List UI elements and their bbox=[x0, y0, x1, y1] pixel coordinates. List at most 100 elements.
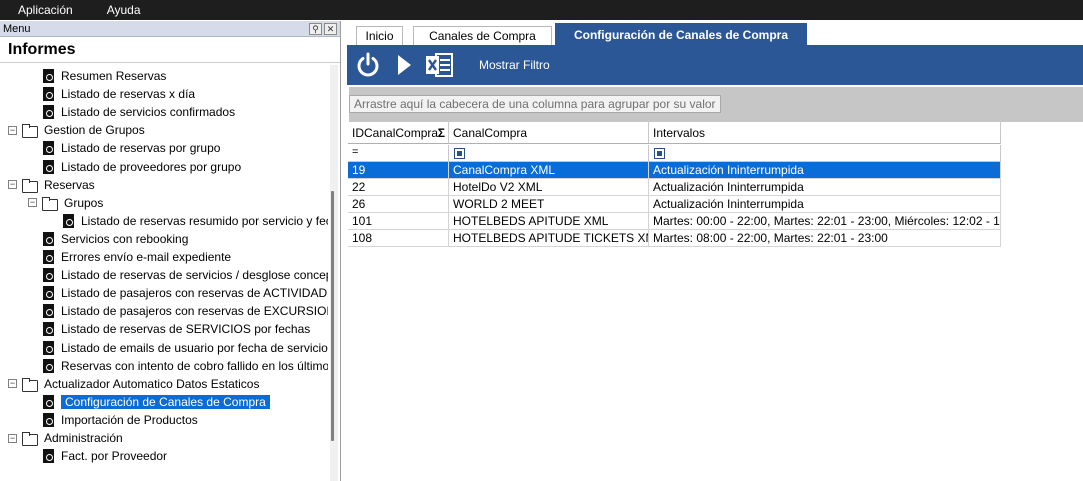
tree-item-label: Listado de pasajeros con reservas de ACT… bbox=[61, 286, 328, 301]
cell-intervalos[interactable]: Actualización Ininterrumpida bbox=[649, 179, 1001, 196]
pin-icon[interactable]: ⚲ bbox=[309, 22, 322, 35]
cell-intervalos[interactable]: Actualización Ininterrumpida bbox=[649, 162, 1001, 179]
filter-checkbox-icon[interactable] bbox=[654, 148, 665, 159]
tab-configuracion-canales[interactable]: Configuración de Canales de Compra bbox=[555, 23, 807, 45]
tab-canales-de-compra[interactable]: Canales de Compra bbox=[413, 26, 552, 45]
cell-intervalos[interactable]: Martes: 00:00 - 22:00, Martes: 22:01 - 2… bbox=[649, 213, 1001, 230]
collapse-icon[interactable]: − bbox=[28, 198, 37, 208]
report-icon bbox=[42, 358, 55, 373]
folder-icon bbox=[22, 178, 38, 193]
cell-id[interactable]: 101 bbox=[348, 213, 449, 230]
tree-report-item[interactable]: Listado de reservas resumido por servici… bbox=[62, 212, 328, 230]
sigma-icon[interactable]: Σ bbox=[438, 122, 445, 144]
tree-report-item[interactable]: Listado de reservas de SERVICIOS por fec… bbox=[42, 320, 310, 338]
excel-icon bbox=[426, 53, 453, 77]
tree-item-label: Actualizador Automatico Datos Estaticos bbox=[44, 376, 260, 391]
tree-report-item[interactable]: Listado de reservas de servicios / desgl… bbox=[42, 266, 328, 284]
table-row[interactable]: 26 WORLD 2 MEET Actualización Ininterrumpi… bbox=[348, 196, 1001, 213]
column-header-id[interactable]: IDCanalCompra Σ bbox=[348, 122, 449, 144]
cell-canal[interactable]: WORLD 2 MEET bbox=[449, 196, 649, 213]
filter-cell-id[interactable]: = bbox=[348, 145, 449, 162]
folder-icon bbox=[22, 124, 38, 139]
tree-report-item[interactable]: Reservas con intento de cobro fallido en… bbox=[42, 357, 328, 375]
collapse-icon[interactable]: − bbox=[8, 433, 17, 443]
table-row[interactable]: 19 CanalCompra XML Actualización Ininterru… bbox=[348, 162, 1001, 179]
table-row[interactable]: 101 HOTELBEDS APITUDE XML Martes: 00:00 -… bbox=[348, 213, 1001, 230]
filter-cell-canal[interactable] bbox=[449, 145, 649, 162]
table-row[interactable]: 22 HotelDo V2 XML Actualización Ininterrum… bbox=[348, 179, 1001, 196]
cell-canal[interactable]: CanalCompra XML bbox=[449, 162, 649, 179]
close-icon[interactable]: ✕ bbox=[324, 22, 337, 35]
tree-folder[interactable]: − Administración bbox=[8, 429, 123, 447]
tree-report-item[interactable]: Errores envío e-mail expediente bbox=[42, 248, 231, 266]
tree-report-item[interactable]: Listado de emails de usuario por fecha d… bbox=[42, 339, 328, 357]
collapse-icon[interactable]: − bbox=[8, 125, 17, 135]
tree-report-item[interactable]: Listado de pasajeros con reservas de EXC… bbox=[42, 302, 328, 320]
report-icon bbox=[42, 449, 55, 464]
table-row[interactable]: 108 HOTELBEDS APITUDE TICKETS XML Martes:… bbox=[348, 230, 1001, 247]
tab-strip: Inicio Canales de Compra Configuración d… bbox=[344, 21, 1083, 45]
tree-report-item[interactable]: Listado de servicios confirmados bbox=[42, 103, 235, 121]
menu-ayuda[interactable]: Ayuda bbox=[90, 0, 158, 20]
tree-report-item[interactable]: Listado de proveedores por grupo bbox=[42, 158, 241, 176]
main-content: Inicio Canales de Compra Configuración d… bbox=[344, 21, 1083, 481]
run-button[interactable] bbox=[393, 50, 415, 80]
tree-item-label: Configuración de Canales de Compra bbox=[61, 394, 270, 409]
tree-report-item[interactable]: Fact. por Proveedor bbox=[42, 447, 167, 465]
cell-canal[interactable]: HotelDo V2 XML bbox=[449, 179, 649, 196]
filter-cell-intervalos[interactable] bbox=[649, 145, 1001, 162]
tree-scroll-thumb[interactable] bbox=[331, 191, 334, 441]
cell-id[interactable]: 19 bbox=[348, 162, 449, 179]
tree-folder[interactable]: − Reservas bbox=[8, 176, 95, 194]
power-button[interactable] bbox=[353, 50, 383, 80]
tree-report-item[interactable]: Servicios con rebooking bbox=[42, 230, 188, 248]
tree-report-item[interactable]: Configuración de Canales de Compra bbox=[42, 393, 270, 411]
tree-folder[interactable]: − Actualizador Automatico Datos Estaticos bbox=[8, 375, 259, 393]
report-icon bbox=[42, 159, 55, 174]
tree-item-label: Servicios con rebooking bbox=[61, 231, 189, 246]
filter-checkbox-icon[interactable] bbox=[454, 148, 465, 159]
tree-folder[interactable]: − Gestion de Grupos bbox=[8, 121, 145, 139]
column-header-canal[interactable]: CanalCompra bbox=[449, 122, 649, 144]
cell-id[interactable]: 22 bbox=[348, 179, 449, 196]
cell-canal[interactable]: HOTELBEDS APITUDE XML bbox=[449, 213, 649, 230]
tree-report-item[interactable]: Listado de pasajeros con reservas de ACT… bbox=[42, 284, 328, 302]
tree-item-label: Resumen Reservas bbox=[61, 69, 167, 83]
report-icon bbox=[42, 412, 55, 427]
tree-folder[interactable]: − Grupos bbox=[28, 194, 103, 212]
tree-report-item[interactable]: Importación de Productos bbox=[42, 411, 198, 429]
tree-item-label: Listado de pasajeros con reservas de EXC… bbox=[61, 304, 328, 319]
report-icon bbox=[42, 304, 55, 319]
cell-canal[interactable]: HOTELBEDS APITUDE TICKETS XML bbox=[449, 230, 649, 247]
folder-icon bbox=[22, 432, 38, 446]
report-icon bbox=[42, 141, 55, 156]
show-filter-button[interactable]: Mostrar Filtro bbox=[479, 58, 550, 72]
power-icon bbox=[357, 52, 379, 77]
tree-item-label: Reservas bbox=[44, 177, 95, 192]
report-icon bbox=[42, 105, 55, 120]
column-header-id-label: IDCanalCompra bbox=[352, 126, 439, 140]
report-icon bbox=[42, 87, 55, 102]
report-icon bbox=[42, 322, 55, 337]
toolbar: Mostrar Filtro bbox=[347, 45, 1083, 85]
report-icon bbox=[42, 268, 55, 283]
collapse-icon[interactable]: − bbox=[8, 379, 17, 389]
report-icon bbox=[42, 394, 55, 409]
tree-item-label: Errores envío e-mail expediente bbox=[61, 250, 232, 264]
cell-intervalos[interactable]: Actualización Ininterrumpida bbox=[649, 196, 1001, 213]
folder-icon bbox=[42, 196, 58, 211]
cell-id[interactable]: 108 bbox=[348, 230, 449, 247]
tree-report-item[interactable]: Listado de reservas por grupo bbox=[42, 139, 220, 157]
cell-intervalos[interactable]: Martes: 08:00 - 22:00, Martes: 22:01 - 2… bbox=[649, 230, 1001, 247]
cell-id[interactable]: 26 bbox=[348, 196, 449, 213]
tree-report-item[interactable]: Resumen Reservas bbox=[42, 67, 166, 85]
report-icon bbox=[42, 69, 55, 83]
tree-report-item[interactable]: Listado de reservas x día bbox=[42, 85, 195, 103]
tab-inicio[interactable]: Inicio bbox=[356, 26, 403, 45]
export-excel-button[interactable] bbox=[423, 50, 455, 80]
menu-aplicacion[interactable]: Aplicación bbox=[0, 0, 90, 20]
tree-scrollbar[interactable] bbox=[330, 65, 338, 481]
column-header-intervalos[interactable]: Intervalos bbox=[649, 122, 1001, 144]
collapse-icon[interactable]: − bbox=[8, 180, 17, 190]
tree-item-label: Listado de reservas resumido por servici… bbox=[81, 213, 328, 228]
